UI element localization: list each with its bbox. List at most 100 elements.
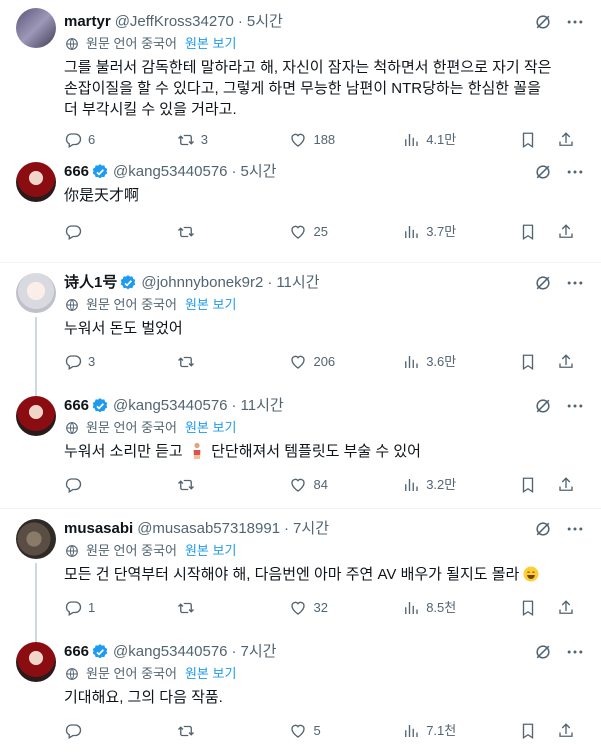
display-name[interactable]: 诗人1号 (64, 273, 117, 293)
handle[interactable]: @musasab57318991 (137, 519, 280, 539)
tweet[interactable]: 666 @kang53440576 · 5시간 你是天才啊 25 3.7만 (0, 152, 601, 262)
tweet-text: 기대해요, 그의 다음 작품. (64, 689, 223, 706)
views-button[interactable]: 8.5천 (402, 598, 456, 618)
like-button[interactable]: 5 (289, 721, 339, 741)
views-icon (402, 353, 420, 371)
bookmark-icon[interactable] (519, 131, 537, 149)
display-name[interactable]: martyr (64, 12, 111, 32)
avatar[interactable] (16, 273, 56, 313)
translation-notice: 원문 언어 중국어 원본 보기 (64, 34, 585, 54)
grok-icon[interactable] (533, 273, 553, 293)
like-button[interactable]: 25 (289, 222, 339, 242)
like-button[interactable]: 32 (289, 598, 339, 618)
view-count: 4.1만 (426, 132, 457, 147)
avatar[interactable] (16, 396, 56, 436)
reply-button[interactable] (64, 722, 114, 740)
translation-notice: 원문 언어 중국어 원본 보기 (64, 541, 585, 561)
avatar[interactable] (16, 162, 56, 202)
views-button[interactable]: 7.1천 (402, 721, 456, 741)
share-icon[interactable] (557, 722, 575, 740)
grok-icon[interactable] (533, 12, 553, 32)
translation-label: 원문 언어 중국어 (86, 666, 177, 681)
reply-button[interactable]: 3 (64, 352, 114, 372)
show-original-link[interactable]: 원본 보기 (185, 34, 236, 54)
share-icon[interactable] (557, 131, 575, 149)
separator-dot: · (237, 13, 243, 30)
tweet[interactable]: 666 @kang53440576 · 11시간 원문 언어 중국어 원본 보기… (0, 386, 601, 508)
share-icon[interactable] (557, 353, 575, 371)
retweet-button[interactable] (177, 223, 227, 241)
more-icon[interactable] (565, 12, 585, 32)
show-original-link[interactable]: 원본 보기 (185, 541, 236, 561)
tweet[interactable]: musasabi @musasab57318991 · 7시간 원문 언어 중국… (0, 509, 601, 644)
handle[interactable]: @kang53440576 (113, 642, 228, 662)
bookmark-icon[interactable] (519, 722, 537, 740)
timestamp[interactable]: 7시간 (293, 519, 329, 539)
timestamp[interactable]: 5시간 (247, 12, 283, 32)
tweet[interactable]: 666 @kang53440576 · 7시간 원문 언어 중국어 원본 보기 … (0, 632, 601, 752)
like-button[interactable]: 206 (289, 352, 339, 372)
reply-button[interactable]: 1 (64, 598, 114, 618)
tweet-text: 누워서 돈도 벌었어 (64, 320, 183, 337)
views-button[interactable]: 4.1만 (402, 130, 456, 150)
display-name[interactable]: 666 (64, 396, 89, 416)
like-button[interactable]: 84 (289, 475, 339, 495)
more-icon[interactable] (565, 273, 585, 293)
display-name[interactable]: 666 (64, 162, 89, 182)
retweet-button[interactable]: 3 (177, 130, 227, 150)
reply-icon (64, 353, 82, 371)
reply-icon (64, 599, 82, 617)
reply-button[interactable] (64, 223, 114, 241)
handle[interactable]: @JeffKross34270 (115, 12, 234, 32)
handle[interactable]: @johnnybonek9r2 (141, 273, 263, 293)
display-name[interactable]: musasabi (64, 519, 133, 539)
timestamp[interactable]: 11시간 (241, 396, 284, 416)
more-icon[interactable] (565, 519, 585, 539)
reply-button[interactable] (64, 476, 114, 494)
share-icon[interactable] (557, 476, 575, 494)
show-original-link[interactable]: 원본 보기 (185, 295, 236, 315)
grok-icon[interactable] (533, 396, 553, 416)
verified-badge-icon (91, 397, 109, 415)
translation-label: 원문 언어 중국어 (86, 297, 177, 312)
grok-icon[interactable] (533, 519, 553, 539)
display-name[interactable]: 666 (64, 642, 89, 662)
retweet-button[interactable] (177, 476, 227, 494)
retweet-icon (177, 353, 195, 371)
share-icon[interactable] (557, 223, 575, 241)
retweet-button[interactable] (177, 722, 227, 740)
grok-icon[interactable] (533, 642, 553, 662)
tweet[interactable]: 诗人1号 @johnnybonek9r2 · 11시간 원문 언어 중국어 원본… (0, 263, 601, 398)
handle[interactable]: @kang53440576 (113, 162, 228, 182)
retweet-button[interactable] (177, 353, 227, 371)
show-original-link[interactable]: 원본 보기 (185, 418, 236, 438)
avatar[interactable] (16, 642, 56, 682)
grok-icon[interactable] (533, 162, 553, 182)
more-icon[interactable] (565, 162, 585, 182)
translate-icon (64, 420, 80, 436)
views-button[interactable]: 3.2만 (402, 475, 456, 495)
more-icon[interactable] (565, 642, 585, 662)
avatar[interactable] (16, 519, 56, 559)
retweet-button[interactable] (177, 599, 227, 617)
avatar[interactable] (16, 8, 56, 48)
views-button[interactable]: 3.6만 (402, 352, 456, 372)
like-button[interactable]: 188 (289, 130, 339, 150)
bookmark-icon[interactable] (519, 353, 537, 371)
bookmark-icon[interactable] (519, 223, 537, 241)
more-icon[interactable] (565, 396, 585, 416)
retweet-icon (177, 476, 195, 494)
reply-button[interactable]: 6 (64, 130, 114, 150)
handle[interactable]: @kang53440576 (113, 396, 228, 416)
like-count: 84 (313, 477, 328, 492)
timestamp[interactable]: 7시간 (241, 642, 277, 662)
show-original-link[interactable]: 원본 보기 (185, 664, 236, 684)
retweet-icon (177, 722, 195, 740)
share-icon[interactable] (557, 599, 575, 617)
bookmark-icon[interactable] (519, 476, 537, 494)
views-button[interactable]: 3.7만 (402, 222, 456, 242)
timestamp[interactable]: 5시간 (241, 162, 277, 182)
bookmark-icon[interactable] (519, 599, 537, 617)
timestamp[interactable]: 11시간 (276, 273, 319, 293)
tweet[interactable]: martyr @JeffKross34270 · 5시간 원문 언어 중국어 원… (0, 0, 601, 152)
